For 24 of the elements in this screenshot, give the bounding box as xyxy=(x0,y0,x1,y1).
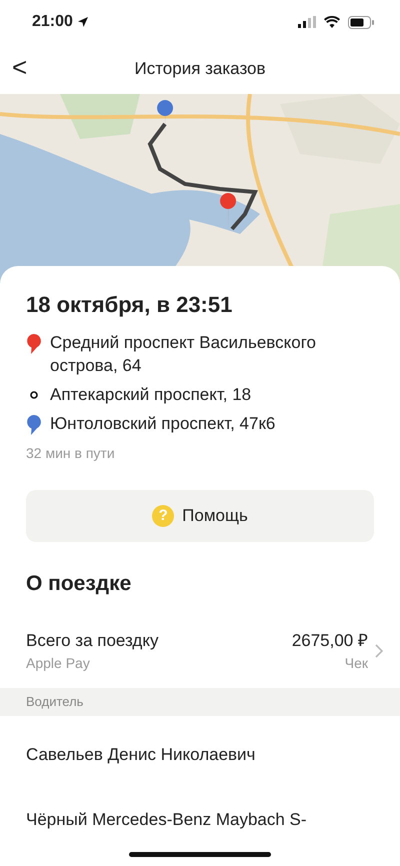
page-title: История заказов xyxy=(134,58,266,80)
trip-duration: 32 мин в пути xyxy=(26,444,116,463)
chevron-right-icon[interactable] xyxy=(374,642,384,659)
total-amount: 2675,00 ₽ xyxy=(292,630,368,652)
pin-icon xyxy=(26,415,42,435)
signal-icon xyxy=(298,16,316,28)
wifi-icon xyxy=(324,16,340,28)
back-button[interactable]: < xyxy=(6,52,34,82)
location-arrow-icon xyxy=(76,16,89,28)
order-date: 18 октября, в 23:51 xyxy=(26,291,234,319)
stop-address: Средний проспект Васильевского острова, 64 xyxy=(50,332,317,377)
payment-method: Apple Pay xyxy=(26,654,91,673)
pin-icon xyxy=(26,334,42,354)
total-label: Всего за поездку xyxy=(26,630,160,652)
stop-address: Аптекарский проспект, 18 xyxy=(50,384,252,406)
section-header: Водитель xyxy=(0,688,400,716)
help-icon: ? xyxy=(152,505,174,527)
help-button[interactable]: ? Помощь xyxy=(26,490,374,542)
clock-time: 21:00 xyxy=(32,12,73,32)
battery-icon xyxy=(348,16,374,28)
section-heading: О поездке xyxy=(26,571,132,597)
car-description: Чёрный Mercedes-Benz Maybach S- xyxy=(26,809,308,831)
stop-address: Юнтоловский проспект, 47к6 xyxy=(50,413,276,435)
driver-name: Савельев Денис Николаевич xyxy=(26,744,256,766)
